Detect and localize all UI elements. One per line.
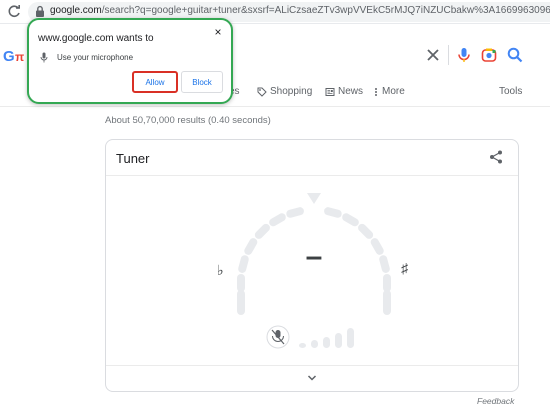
more-vert-icon — [375, 87, 377, 96]
tab-label: Shopping — [270, 86, 313, 97]
gauge-tick — [238, 255, 249, 273]
level-bar — [311, 340, 318, 348]
gauge-tick — [269, 213, 286, 227]
gauge-tick — [370, 238, 384, 255]
gauge-tick — [244, 238, 258, 255]
tuner-title: Tuner — [116, 151, 150, 166]
lock-icon[interactable] — [34, 5, 46, 18]
url-path: /search?q=google+guitar+tuner&sxsrf=ALiC… — [101, 5, 550, 16]
search-icon[interactable] — [506, 46, 524, 64]
note-display: – — [306, 240, 323, 273]
microphone-icon — [40, 52, 48, 63]
tab-shopping[interactable]: Shopping — [257, 86, 312, 97]
chevron-down-icon[interactable] — [306, 372, 318, 384]
feedback-link[interactable]: Feedback — [477, 396, 514, 406]
gauge-tick — [286, 207, 304, 218]
microphone-permission-popup: www.google.com wants to × Use your micro… — [27, 18, 233, 104]
svg-text:G: G — [3, 48, 15, 65]
google-logo[interactable]: G π — [0, 44, 30, 66]
permission-text: Use your microphone — [57, 53, 134, 62]
gauge-tick — [254, 223, 270, 239]
url-text[interactable]: google.com/search?q=google+guitar+tuner&… — [50, 5, 550, 16]
gauge-tick — [342, 213, 359, 227]
results-stats: About 50,70,000 results (0.40 seconds) — [105, 115, 271, 126]
reload-icon[interactable] — [6, 4, 22, 20]
level-bar — [323, 337, 330, 348]
sharp-symbol: ♯ — [401, 260, 408, 276]
gauge-tick — [324, 207, 342, 218]
input-level-bars — [299, 328, 354, 348]
level-bar — [347, 328, 354, 348]
level-bar — [299, 343, 306, 348]
gauge-tick — [358, 223, 374, 239]
voice-search-icon[interactable] — [455, 46, 473, 64]
block-button[interactable]: Block — [181, 71, 223, 93]
tabs-divider — [0, 106, 550, 107]
svg-text:π: π — [15, 50, 24, 64]
tab-more[interactable]: More — [373, 86, 405, 97]
gauge-tick — [379, 255, 390, 273]
tab-label: More — [382, 86, 405, 97]
flat-symbol: ♭ — [217, 262, 224, 278]
allow-button[interactable]: Allow — [132, 71, 178, 93]
browser-window: google.com/search?q=google+guitar+tuner&… — [0, 0, 550, 416]
url-host: google.com — [50, 5, 102, 16]
gauge-pointer — [307, 193, 321, 204]
popup-title: www.google.com wants to — [38, 33, 154, 44]
image-search-icon[interactable] — [480, 46, 498, 64]
level-bar — [335, 333, 342, 348]
clear-icon[interactable] — [424, 46, 442, 64]
tuner-card: Tuner – ♭ ♯ — [105, 139, 519, 392]
tuner-gauge: – — [237, 193, 391, 349]
tab-label: News — [338, 86, 364, 97]
tag-icon — [257, 87, 267, 97]
tab-label: Tools — [499, 86, 523, 97]
newspaper-icon — [325, 87, 335, 96]
tab-news[interactable]: News — [325, 86, 363, 97]
card-divider — [106, 365, 518, 366]
share-icon[interactable] — [488, 149, 504, 165]
tab-tools[interactable]: Tools — [499, 86, 522, 97]
close-icon[interactable]: × — [212, 25, 224, 39]
search-divider — [448, 45, 449, 65]
